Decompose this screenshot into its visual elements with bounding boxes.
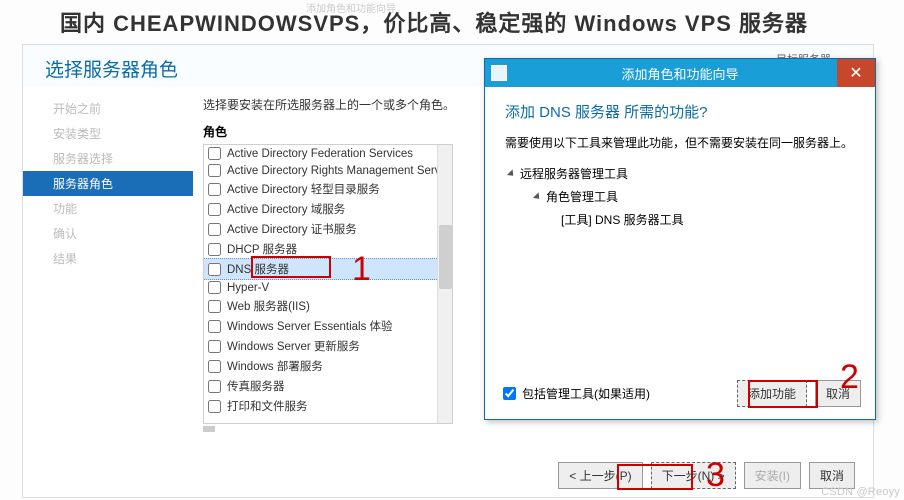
next-button[interactable]: 下一步(N) > xyxy=(651,462,736,489)
role-item[interactable]: Active Directory 域服务 xyxy=(204,199,452,219)
role-checkbox[interactable] xyxy=(208,164,221,177)
role-checkbox[interactable] xyxy=(208,147,221,160)
role-checkbox[interactable] xyxy=(208,340,221,353)
tree-item-remote-admin[interactable]: 远程服务器管理工具 xyxy=(505,163,855,186)
dialog-cancel-button[interactable]: 取消 xyxy=(815,380,861,407)
role-label: Active Directory Federation Services xyxy=(227,148,413,160)
role-item[interactable]: Hyper-V xyxy=(204,279,452,296)
role-item[interactable]: DHCP 服务器 xyxy=(204,239,452,259)
role-checkbox[interactable] xyxy=(208,223,221,236)
sidebar-item-server-select[interactable]: 服务器选择 xyxy=(23,146,193,171)
dialog-heading: 添加 DNS 服务器 所需的功能? xyxy=(505,101,855,122)
role-checkbox[interactable] xyxy=(208,203,221,216)
sidebar-item-install-type[interactable]: 安装类型 xyxy=(23,121,193,146)
role-item[interactable]: 传真服务器 xyxy=(204,376,452,396)
close-button[interactable]: ✕ xyxy=(837,59,875,87)
sidebar-item-server-roles[interactable]: 服务器角色 xyxy=(23,171,193,196)
sidebar-item-features[interactable]: 功能 xyxy=(23,196,193,221)
include-mgmt-label: 包括管理工具(如果适用) xyxy=(522,385,650,402)
expand-icon xyxy=(533,192,542,201)
role-label: Windows 部署服务 xyxy=(227,358,323,374)
role-checkbox[interactable] xyxy=(208,300,221,313)
role-label: Active Directory Rights Management Servi… xyxy=(227,165,453,177)
role-checkbox[interactable] xyxy=(208,263,221,276)
role-item[interactable]: Web 服务器(IIS) xyxy=(204,296,452,316)
wizard-sidebar: 开始之前 安装类型 服务器选择 服务器角色 功能 确认 结果 xyxy=(23,86,193,446)
dialog-icon xyxy=(491,65,507,81)
role-checkbox[interactable] xyxy=(208,400,221,413)
role-checkbox[interactable] xyxy=(208,281,221,294)
role-item[interactable]: DNS 服务器 xyxy=(203,258,453,280)
dialog-subtext: 需要使用以下工具来管理此功能，但不需要安装在同一服务器上。 xyxy=(505,134,855,151)
tree-item-dns-tools[interactable]: [工具] DNS 服务器工具 xyxy=(505,209,855,232)
sidebar-item-before-you-begin[interactable]: 开始之前 xyxy=(23,96,193,121)
ghost-window-title: 添加角色和功能向导 xyxy=(26,0,872,10)
role-label: 打印和文件服务 xyxy=(227,398,308,414)
cancel-button[interactable]: 取消 xyxy=(809,462,855,489)
role-label: DNS 服务器 xyxy=(227,261,289,277)
role-item[interactable]: 打印和文件服务 xyxy=(204,396,452,416)
role-label: DHCP 服务器 xyxy=(227,241,297,257)
role-item[interactable]: Windows Server 更新服务 xyxy=(204,336,452,356)
sidebar-item-confirm[interactable]: 确认 xyxy=(23,221,193,246)
role-item[interactable]: Active Directory 轻型目录服务 xyxy=(204,179,452,199)
scrollbar-vertical[interactable] xyxy=(437,145,452,423)
expand-icon xyxy=(507,169,516,178)
role-item[interactable]: Active Directory Federation Services xyxy=(204,145,452,162)
role-item[interactable]: Windows 部署服务 xyxy=(204,356,452,376)
dialog-body: 添加 DNS 服务器 所需的功能? 需要使用以下工具来管理此功能，但不需要安装在… xyxy=(485,87,875,245)
include-mgmt-tools[interactable]: 包括管理工具(如果适用) xyxy=(503,385,650,402)
include-mgmt-checkbox[interactable] xyxy=(503,387,516,400)
add-features-button[interactable]: 添加功能 xyxy=(737,380,807,407)
install-button: 安装(I) xyxy=(744,462,801,489)
role-label: Active Directory 证书服务 xyxy=(227,221,357,237)
scrollbar-horizontal[interactable] xyxy=(203,426,434,432)
role-checkbox[interactable] xyxy=(208,360,221,373)
dialog-titlebar: 添加角色和功能向导 ✕ xyxy=(485,59,875,87)
wizard-footer: < 上一步(P) 下一步(N) > 安装(I) 取消 xyxy=(558,462,855,489)
role-label: Windows Server Essentials 体验 xyxy=(227,318,393,334)
role-checkbox[interactable] xyxy=(208,380,221,393)
role-label: Active Directory 域服务 xyxy=(227,201,345,217)
role-label: Active Directory 轻型目录服务 xyxy=(227,181,380,197)
tree-item-role-admin[interactable]: 角色管理工具 xyxy=(505,186,855,209)
role-label: 传真服务器 xyxy=(227,378,285,394)
dialog-title-text: 添加角色和功能向导 xyxy=(621,64,738,83)
role-checkbox[interactable] xyxy=(208,183,221,196)
sidebar-item-results[interactable]: 结果 xyxy=(23,246,193,271)
role-item[interactable]: Active Directory Rights Management Servi… xyxy=(204,162,452,179)
scroll-thumb[interactable] xyxy=(439,225,452,289)
role-item[interactable]: Windows Server Essentials 体验 xyxy=(204,316,452,336)
role-checkbox[interactable] xyxy=(208,320,221,333)
close-icon: ✕ xyxy=(849,63,862,83)
role-checkbox[interactable] xyxy=(208,243,221,256)
feature-tree: 远程服务器管理工具 角色管理工具 [工具] DNS 服务器工具 xyxy=(505,163,855,231)
role-label: Hyper-V xyxy=(227,282,269,294)
add-features-dialog: 添加角色和功能向导 ✕ 添加 DNS 服务器 所需的功能? 需要使用以下工具来管… xyxy=(484,58,876,420)
prev-button[interactable]: < 上一步(P) xyxy=(558,462,642,489)
dialog-footer: 包括管理工具(如果适用) 添加功能 取消 xyxy=(503,380,861,407)
role-label: Web 服务器(IIS) xyxy=(227,298,310,314)
role-label: Windows Server 更新服务 xyxy=(227,338,360,354)
role-item[interactable]: Active Directory 证书服务 xyxy=(204,219,452,239)
roles-listbox[interactable]: Active Directory Federation Services Acti… xyxy=(203,144,453,424)
